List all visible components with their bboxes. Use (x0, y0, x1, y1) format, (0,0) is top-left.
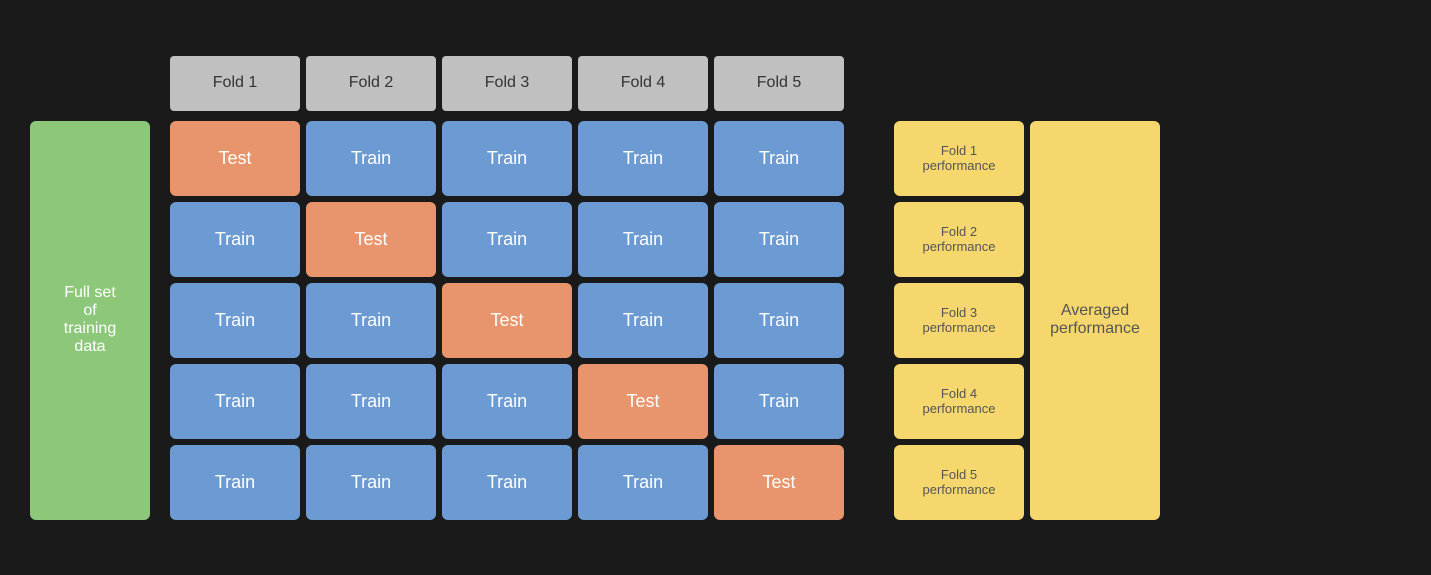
cell-1-4: Train (578, 121, 708, 196)
cell-1-1: Test (170, 121, 300, 196)
fold-header-2: Fold 2 (306, 56, 436, 111)
cell-5-3: Train (442, 445, 572, 520)
cell-3-1: Train (170, 283, 300, 358)
full-set-label: Full setoftrainingdata (30, 121, 150, 520)
grid-row-5: Train Train Train Train Test (170, 445, 844, 520)
perf-fold-2: Fold 2performance (894, 202, 1024, 277)
cell-3-5: Train (714, 283, 844, 358)
cell-5-4: Train (578, 445, 708, 520)
fold-header-3: Fold 3 (442, 56, 572, 111)
cell-4-1: Train (170, 364, 300, 439)
cell-2-3: Train (442, 202, 572, 277)
cv-diagram: Fold 1 Fold 2 Fold 3 Fold 4 Fold 5 Full … (0, 36, 1431, 540)
cell-1-5: Train (714, 121, 844, 196)
cell-5-2: Train (306, 445, 436, 520)
cell-4-5: Train (714, 364, 844, 439)
averaged-performance: Averagedperformance (1030, 121, 1160, 520)
fold-header-5: Fold 5 (714, 56, 844, 111)
rows-section: Full setoftrainingdata Test Train Train … (30, 121, 1401, 520)
performance-section: Fold 1performance Fold 2performance Fold… (894, 121, 1024, 520)
cell-2-1: Train (170, 202, 300, 277)
grid-row-1: Test Train Train Train Train (170, 121, 844, 196)
fold-headers: Fold 1 Fold 2 Fold 3 Fold 4 Fold 5 (170, 56, 844, 111)
perf-fold-3: Fold 3performance (894, 283, 1024, 358)
cell-4-2: Train (306, 364, 436, 439)
perf-fold-4: Fold 4performance (894, 364, 1024, 439)
cell-5-1: Train (170, 445, 300, 520)
fold-header-4: Fold 4 (578, 56, 708, 111)
right-section: Fold 1performance Fold 2performance Fold… (874, 121, 1160, 520)
cell-4-4: Test (578, 364, 708, 439)
cell-3-3: Test (442, 283, 572, 358)
cell-2-5: Train (714, 202, 844, 277)
grid-row-4: Train Train Train Test Train (170, 364, 844, 439)
cell-1-3: Train (442, 121, 572, 196)
cell-2-4: Train (578, 202, 708, 277)
cell-3-4: Train (578, 283, 708, 358)
cell-2-2: Test (306, 202, 436, 277)
grid-row-2: Train Test Train Train Train (170, 202, 844, 277)
perf-fold-1: Fold 1performance (894, 121, 1024, 196)
cell-1-2: Train (306, 121, 436, 196)
cell-3-2: Train (306, 283, 436, 358)
grid-section: Test Train Train Train Train Train Test … (170, 121, 844, 520)
cell-5-5: Test (714, 445, 844, 520)
fold-header-1: Fold 1 (170, 56, 300, 111)
cell-4-3: Train (442, 364, 572, 439)
grid-row-3: Train Train Test Train Train (170, 283, 844, 358)
perf-fold-5: Fold 5performance (894, 445, 1024, 520)
header-row: Fold 1 Fold 2 Fold 3 Fold 4 Fold 5 (30, 56, 1401, 111)
